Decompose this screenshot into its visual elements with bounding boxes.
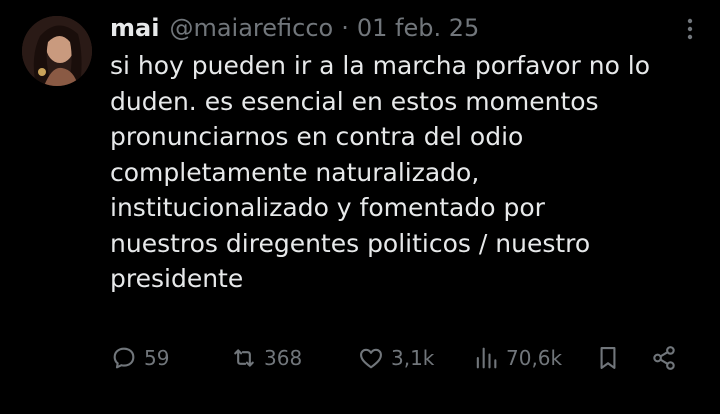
repost-icon (234, 349, 254, 367)
share-icon (653, 346, 675, 370)
more-options-button[interactable] (686, 18, 694, 40)
action-bar: 59 368 3,1k 70,6k (110, 342, 696, 374)
tweet-text-line: institucionalizado y fomentado por (110, 193, 545, 222)
tweet-text-line: duden. es esencial en estos momentos (110, 86, 599, 116)
avatar[interactable] (22, 16, 92, 86)
tweet-text-line: si hoy pueden ir a la marcha porfavor no… (110, 51, 651, 80)
repost-button[interactable]: 368 (230, 342, 302, 374)
repost-count: 368 (264, 346, 303, 370)
separator-dot: · (341, 14, 349, 42)
reply-icon (113, 347, 135, 369)
display-name[interactable]: mai (110, 14, 159, 42)
views-count: 70,6k (506, 346, 563, 370)
user-handle[interactable]: @maiareficco (169, 14, 333, 42)
heart-icon (360, 348, 382, 369)
like-button[interactable]: 3,1k (357, 342, 434, 374)
tweet-text-line: presidente (110, 264, 244, 293)
views-button[interactable]: 70,6k (472, 342, 562, 374)
reply-count: 59 (144, 346, 170, 370)
tweet-text-line: nuestros diregentes politicos / nuestro (110, 228, 591, 258)
views-icon (476, 347, 497, 369)
bookmark-button[interactable] (594, 342, 622, 374)
tweet-text-line: pronunciarnos en contra del odio (110, 122, 524, 151)
bookmark-icon (600, 347, 616, 369)
reply-button[interactable]: 59 (110, 342, 169, 374)
tweet-date[interactable]: 01 feb. 25 (357, 14, 479, 42)
more-vertical-icon (687, 18, 693, 40)
like-count: 3,1k (391, 346, 435, 370)
tweet-text-line: completamente naturalizado, (110, 157, 480, 187)
avatar-photo (22, 16, 92, 86)
tweet[interactable]: mai @maiareficco · 01 feb. 25 si hoy pue… (0, 0, 720, 414)
tweet-header: mai @maiareficco · 01 feb. 25 (110, 10, 479, 46)
tweet-text: si hoy pueden ir a la marcha porfavor no… (110, 48, 670, 297)
share-button[interactable] (650, 342, 678, 374)
